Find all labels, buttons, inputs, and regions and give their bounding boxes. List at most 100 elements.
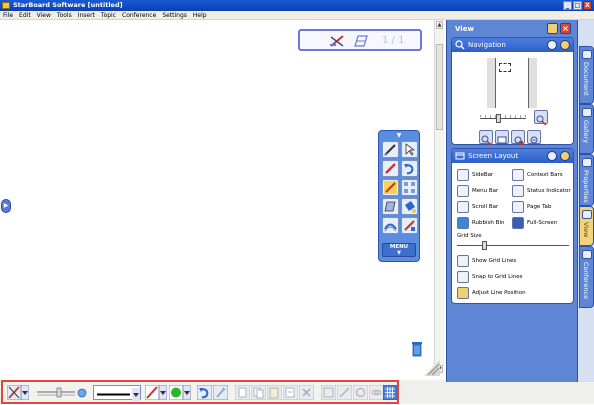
option-page-tab[interactable]: Page Tab <box>512 201 551 213</box>
menu-topic[interactable]: Topic <box>101 11 116 19</box>
cut-icon[interactable] <box>235 385 250 400</box>
tab-gallery[interactable]: Gallery <box>579 104 594 154</box>
duplicate-icon[interactable] <box>283 385 298 400</box>
tab-label: Properties <box>582 170 590 203</box>
menu-settings[interactable]: Settings <box>162 11 187 19</box>
redo-icon[interactable] <box>213 385 228 400</box>
option-adjust-line-position[interactable]: Adjust Line Position <box>457 287 526 299</box>
group-icon[interactable] <box>321 385 336 400</box>
zoom-area-button[interactable] <box>511 130 525 145</box>
close-panel-icon[interactable]: × <box>560 23 571 34</box>
link-icon[interactable] <box>369 385 384 400</box>
option-sidebar[interactable]: SideBar <box>457 169 493 181</box>
red-pen-button[interactable] <box>382 160 399 177</box>
zoom-out-icon <box>530 136 538 144</box>
paint-bucket-icon <box>405 201 416 213</box>
copy-icon[interactable] <box>251 385 266 400</box>
show-grid-icon <box>457 255 469 267</box>
zoom-slider-knob[interactable] <box>496 114 501 123</box>
grid-icon[interactable] <box>383 385 397 400</box>
paste-icon[interactable] <box>267 385 282 400</box>
line-width-slider[interactable] <box>35 385 87 400</box>
zoom-button[interactable] <box>401 179 418 196</box>
maximize-button[interactable]: □ <box>573 1 582 10</box>
navigation-preview[interactable] <box>487 58 537 108</box>
zoom-fit-button[interactable] <box>534 110 548 126</box>
undo-icon[interactable] <box>197 385 212 400</box>
pen-select-button[interactable] <box>7 385 29 400</box>
option-full-screen[interactable]: Full-Screen <box>512 217 557 229</box>
navigation-collapse-icon[interactable] <box>560 40 570 50</box>
highlighter-button[interactable] <box>382 179 399 196</box>
whiteboard-canvas[interactable] <box>0 20 434 382</box>
page-width-icon <box>497 136 507 144</box>
option-rubbish-bin[interactable]: Rubbish Bin <box>457 217 504 229</box>
chevron-down-icon[interactable]: ▼ <box>393 132 405 139</box>
shape-icon <box>384 223 397 232</box>
screen-layout-header[interactable]: Screen Layout <box>452 149 573 163</box>
pen-tool-icon <box>384 144 396 156</box>
menu-conference[interactable]: Conference <box>122 11 156 19</box>
option-label: Menu Bar <box>472 188 499 194</box>
navigation-options-icon[interactable] <box>547 40 557 50</box>
palette-menu-button[interactable]: MENU ▼ <box>382 243 416 257</box>
scroll-up-icon[interactable]: ▲ <box>436 21 443 29</box>
option-show-grid-lines[interactable]: Show Grid Lines <box>457 255 516 267</box>
page-tab[interactable]: 1 / 1 <box>298 29 422 51</box>
pen-color-button[interactable] <box>145 385 167 400</box>
zoom-out-button[interactable] <box>527 130 541 144</box>
resize-grip-icon[interactable] <box>424 360 440 376</box>
screen-layout-options-icon[interactable] <box>547 151 557 161</box>
grid-size-slider[interactable] <box>457 245 569 246</box>
pin-icon[interactable] <box>547 23 558 34</box>
snap-grid-icon <box>457 271 469 283</box>
grid-size-knob[interactable] <box>482 241 487 250</box>
menu-view[interactable]: View <box>37 11 51 19</box>
zoom-slider[interactable] <box>480 118 526 124</box>
option-label: Snap to Grid Lines <box>472 274 523 280</box>
line-style-dropdown[interactable] <box>93 385 141 401</box>
rubbish-bin-icon[interactable] <box>411 340 423 357</box>
menu-edit[interactable]: Edit <box>19 11 31 19</box>
minimize-button[interactable]: _ <box>563 1 572 10</box>
conference-icon <box>582 250 592 259</box>
sidebar-expand-handle[interactable]: ▶ <box>1 199 11 213</box>
viewport-rectangle[interactable] <box>499 63 511 72</box>
option-context-bars[interactable]: Context Bars <box>512 169 563 181</box>
navigation-header[interactable]: Navigation <box>452 38 573 52</box>
menu-bar: File Edit View Tools Insert Topic Confer… <box>0 11 594 20</box>
ungroup-icon[interactable] <box>337 385 352 400</box>
rotate-icon[interactable] <box>353 385 368 400</box>
gallery-icon <box>582 108 592 117</box>
eraser-icon[interactable] <box>354 35 368 47</box>
fill-tool-button[interactable] <box>401 198 418 215</box>
menu-insert[interactable]: Insert <box>78 11 95 19</box>
fill-color-button[interactable] <box>169 385 191 400</box>
tab-document[interactable]: Document <box>579 46 594 104</box>
tab-view[interactable]: View <box>579 206 594 246</box>
pen-icon[interactable] <box>330 35 344 47</box>
select-tool-button[interactable] <box>401 141 418 158</box>
page-width-button[interactable] <box>495 130 509 144</box>
eraser-tool-button[interactable] <box>382 198 399 215</box>
menu-tools[interactable]: Tools <box>57 11 72 19</box>
option-menu-bar[interactable]: Menu Bar <box>457 185 498 197</box>
undo-button[interactable] <box>401 160 418 177</box>
tab-properties[interactable]: Properties <box>579 154 594 206</box>
edit-tool-button[interactable] <box>401 217 418 234</box>
menu-file[interactable]: File <box>3 11 13 19</box>
zoom-in-button[interactable] <box>479 130 493 146</box>
option-status-indicator[interactable]: Status Indicator <box>512 185 571 197</box>
shape-tool-button[interactable] <box>382 217 399 234</box>
screen-layout-collapse-icon[interactable] <box>560 151 570 161</box>
close-button[interactable]: X <box>583 1 592 10</box>
pen-tool-button[interactable] <box>382 141 399 158</box>
scrollbar-thumb[interactable] <box>436 44 443 130</box>
line-style-icon <box>97 388 140 401</box>
menu-help[interactable]: Help <box>193 11 207 19</box>
option-scroll-bar[interactable]: Scroll Bar <box>457 201 498 213</box>
option-snap-to-grid[interactable]: Snap to Grid Lines <box>457 271 522 283</box>
delete-icon[interactable] <box>299 385 314 400</box>
tab-conference[interactable]: Conference <box>579 246 594 308</box>
vertical-scrollbar[interactable]: ▲ ▼ <box>434 20 444 374</box>
